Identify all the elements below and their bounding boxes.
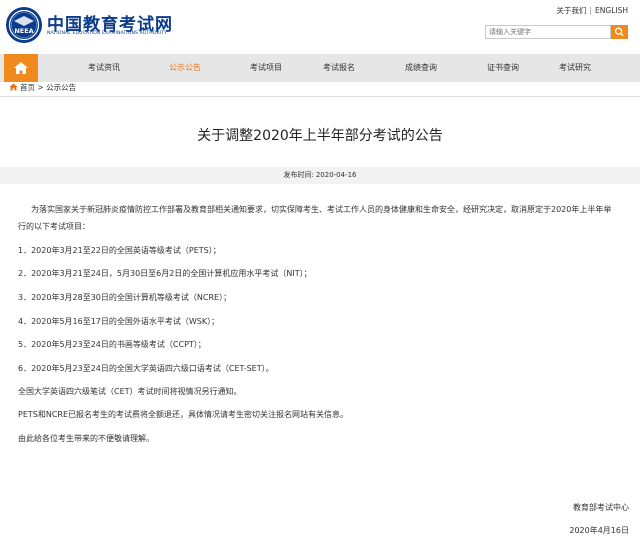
nav-item-exam-news[interactable]: 考试资讯	[88, 54, 120, 82]
signature-organization: 教育部考试中心	[573, 503, 629, 512]
apology-notice: 由此给各位考生带来的不便敬请理解。	[18, 434, 154, 443]
nav-item-announcements[interactable]: 公示公告	[169, 54, 201, 82]
site-name-en: NATIONAL EDUCATION EXAMINATIONS AUTHORIT…	[47, 31, 168, 36]
intro-paragraph-line2: 行的以下考试项目：	[18, 222, 90, 231]
search-button[interactable]	[611, 25, 628, 39]
cancelled-exam-item: 3．2020年3月28至30日的全国计算机等级考试（NCRE）；	[18, 293, 232, 302]
nav-item-exam-projects[interactable]: 考试项目	[250, 54, 282, 82]
intro-paragraph-line1: 为落实国家关于新冠肺炎疫情防控工作部署及教育部相关通知要求，切实保障考生、考试工…	[31, 205, 612, 214]
article-title: 关于调整2020年上半年部分考试的公告	[197, 128, 443, 144]
emblem-text: NEEA	[14, 27, 33, 35]
main-nav: 考试资讯 公示公告 考试项目 考试报名 成绩查询 证书查询 考试研究	[0, 54, 640, 82]
breadcrumb-divider	[0, 96, 640, 97]
breadcrumb-current[interactable]: 公示公告	[46, 83, 76, 92]
signature-date: 2020年4月16日	[569, 526, 629, 535]
nav-home-button[interactable]	[4, 54, 38, 82]
publish-date-value: 2020-04-16	[315, 171, 357, 179]
about-us-link[interactable]: 关于我们	[557, 6, 587, 15]
english-link[interactable]: ENGLISH	[595, 6, 628, 15]
publish-date-label: 发布时间:	[283, 171, 314, 179]
nav-item-score-query[interactable]: 成绩查询	[405, 54, 437, 82]
refund-notice: PETS和NCRE已报名考生的考试费将全额退还，具体情况请考生密切关注报名网站有…	[18, 410, 349, 419]
breadcrumb-home-icon	[9, 83, 18, 91]
nav-item-exam-registration[interactable]: 考试报名	[323, 54, 355, 82]
nav-item-certificate-query[interactable]: 证书查询	[487, 54, 519, 82]
cancelled-exam-item: 5．2020年5月23至24日的书画等级考试（CCPT）；	[18, 340, 206, 349]
cancelled-exam-item: 4．2020年5月16至17日的全国外语水平考试（WSK）；	[18, 317, 220, 326]
home-icon	[14, 62, 28, 74]
cancelled-exam-item: 6．2020年5月23至24日的全国大学英语四六级口语考试（CET-SET）。	[18, 364, 274, 373]
breadcrumb: 首页 > 公示公告	[9, 83, 76, 93]
site-header: NEEA 中国教育考试网 NATIONAL EDUCATION EXAMINAT…	[0, 0, 640, 54]
nav-item-exam-research[interactable]: 考试研究	[559, 54, 591, 82]
top-links: 关于我们 | ENGLISH	[557, 5, 628, 16]
neea-emblem-logo[interactable]: NEEA	[5, 6, 43, 44]
cancelled-exam-item: 2．2020年3月21至24日，5月30日至6月2日的全国计算机应用水平考试（N…	[18, 269, 312, 278]
toplinks-separator: |	[589, 6, 593, 15]
publish-date-bar: 发布时间: 2020-04-16	[0, 167, 640, 184]
breadcrumb-separator: >	[37, 83, 44, 92]
cet-notice: 全国大学英语四六级笔试（CET）考试时间将视情况另行通知。	[18, 387, 242, 396]
breadcrumb-home-link[interactable]: 首页	[20, 83, 35, 92]
search-input[interactable]	[485, 25, 611, 39]
cancelled-exam-item: 1．2020年3月21至22日的全国英语等级考试（PETS）；	[18, 246, 221, 255]
search-icon	[614, 27, 624, 37]
